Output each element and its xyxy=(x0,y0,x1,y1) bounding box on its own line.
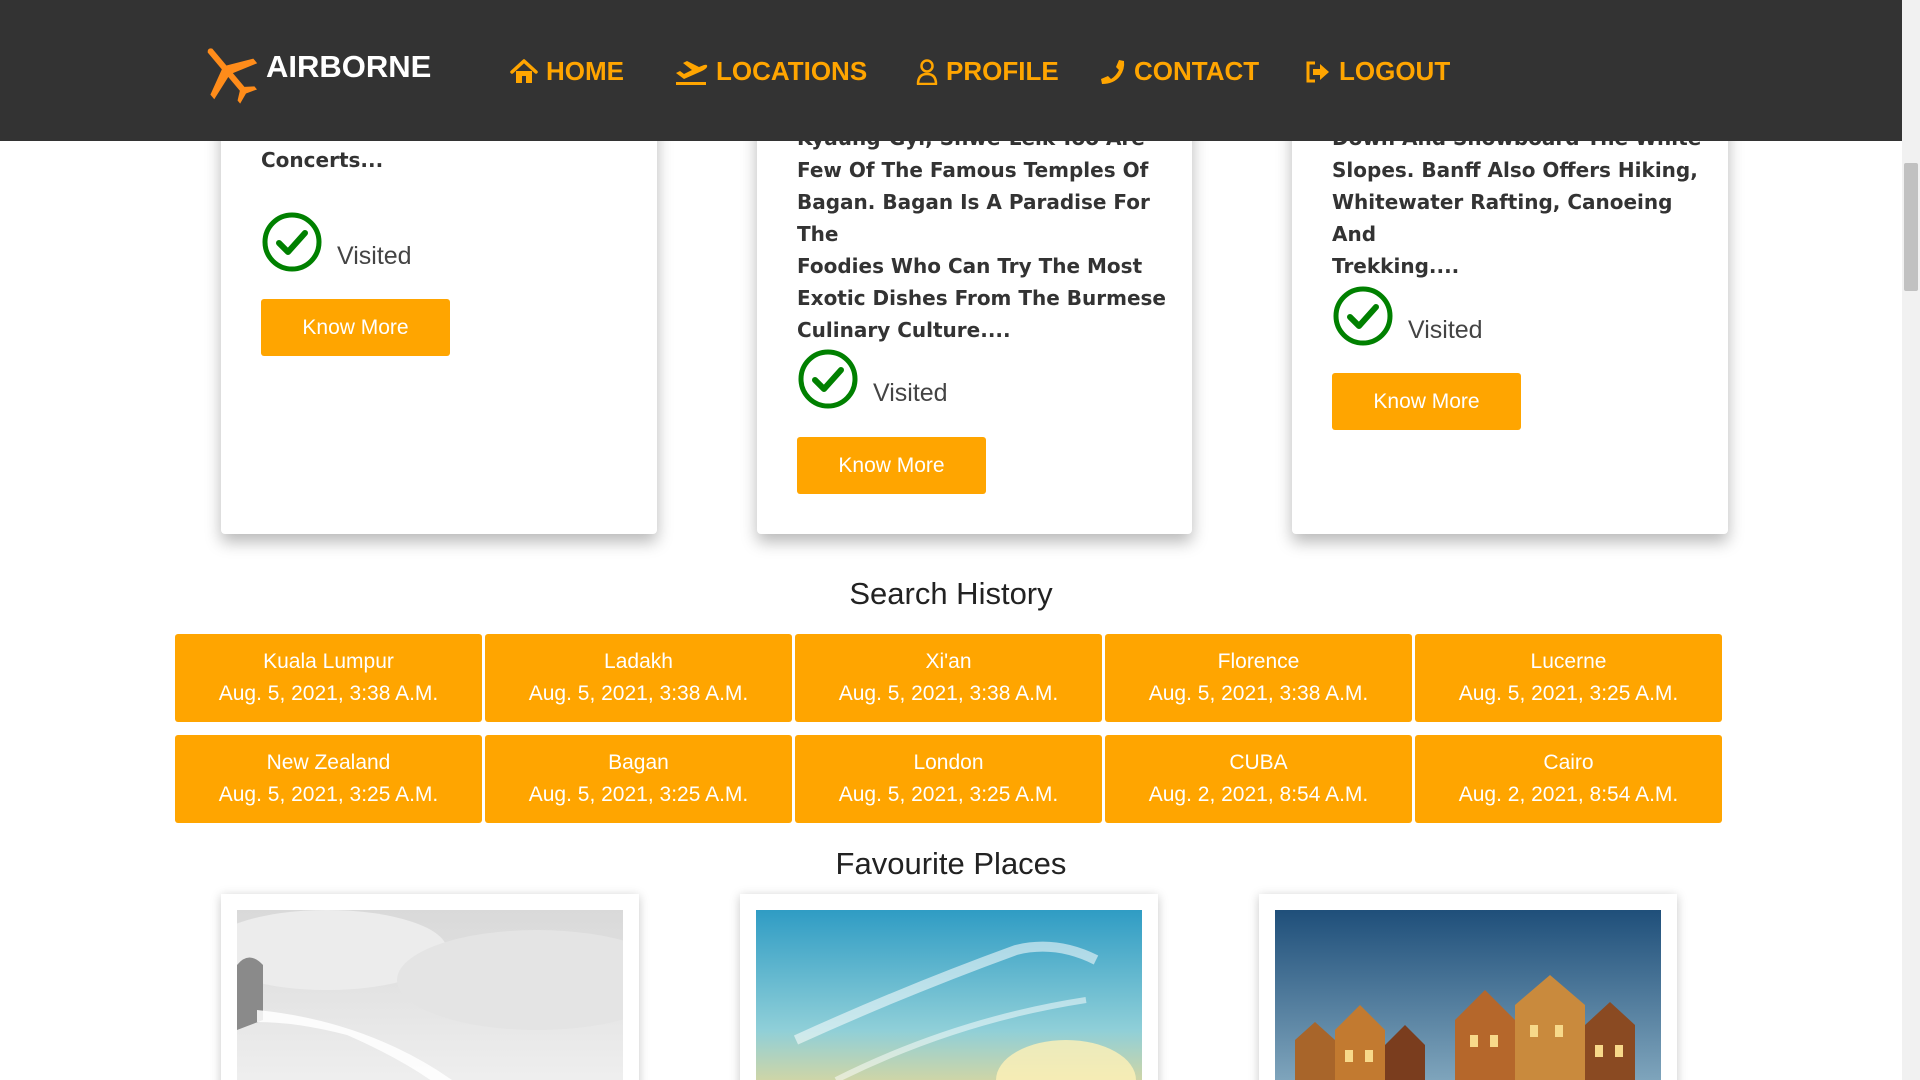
history-item[interactable]: London Aug. 5, 2021, 3:25 A.M. xyxy=(795,735,1102,823)
visited-label: Visited xyxy=(1408,316,1483,344)
page: Concerts... Visited Know More Kyaung-Gyi… xyxy=(0,0,1902,1080)
favourite-place-image xyxy=(1275,910,1661,1080)
favourite-place-card-3[interactable] xyxy=(1259,894,1677,1080)
nav-home[interactable]: HOME xyxy=(510,56,624,87)
know-more-button[interactable]: Know More xyxy=(261,299,450,356)
card-text-line: Bagan. Bagan Is A Paradise For The xyxy=(797,190,1150,246)
card-description: Down And Snowboard The White Slopes. Ban… xyxy=(1332,122,1712,282)
history-time: Aug. 2, 2021, 8:54 A.M. xyxy=(1458,783,1679,806)
home-icon xyxy=(510,58,546,85)
scrollbar-thumb[interactable] xyxy=(1904,163,1918,291)
nav-label: LOCATIONS xyxy=(716,56,868,86)
nav-label: LOGOUT xyxy=(1339,56,1451,86)
card-text-line: Trekking.... xyxy=(1332,254,1460,278)
history-time: Aug. 5, 2021, 3:38 A.M. xyxy=(1148,682,1369,705)
airplane-logo-icon xyxy=(196,40,260,108)
history-time: Aug. 5, 2021, 3:38 A.M. xyxy=(528,682,749,705)
brand-name: AIRBORNE xyxy=(266,49,432,84)
history-place: London xyxy=(913,751,984,774)
card-text-line: Foodies Who Can Try The Most xyxy=(797,254,1143,278)
history-item[interactable]: Lucerne Aug. 5, 2021, 3:25 A.M. xyxy=(1415,634,1722,722)
history-place: CUBA xyxy=(1229,751,1288,774)
history-time: Aug. 5, 2021, 3:25 A.M. xyxy=(838,783,1059,806)
favourite-place-image xyxy=(756,910,1142,1080)
card-text-line: Concerts... xyxy=(261,148,384,172)
nav-contact[interactable]: CONTACT xyxy=(1100,56,1259,87)
phone-icon xyxy=(1100,59,1134,85)
nav-label: HOME xyxy=(546,56,624,86)
nav-locations[interactable]: LOCATIONS xyxy=(674,56,867,87)
card-text-line: Slopes. Banff Also Offers Hiking, xyxy=(1332,158,1698,182)
visited-label: Visited xyxy=(873,379,948,407)
card-text-line: Culinary Culture.... xyxy=(797,318,1011,342)
history-place: New Zealand xyxy=(266,751,391,774)
search-history-title: Search History xyxy=(849,576,1053,611)
favourite-places-title: Favourite Places xyxy=(835,846,1067,881)
history-place: Xi'an xyxy=(925,650,972,673)
card-description: Kyaung-Gyi, Shwe-Leik-Too Are Few Of The… xyxy=(797,122,1177,346)
check-circle-icon xyxy=(261,211,323,273)
history-time: Aug. 5, 2021, 3:25 A.M. xyxy=(1458,682,1679,705)
check-circle-icon xyxy=(1332,285,1394,347)
history-item[interactable]: Bagan Aug. 5, 2021, 3:25 A.M. xyxy=(485,735,792,823)
search-history-grid: Kuala Lumpur Aug. 5, 2021, 3:38 A.M. Lad… xyxy=(175,634,1725,823)
card-text-line: Exotic Dishes From The Burmese xyxy=(797,286,1166,310)
visited-status: Visited xyxy=(1332,285,1483,347)
card-description: Concerts... xyxy=(261,144,641,176)
history-time: Aug. 5, 2021, 3:38 A.M. xyxy=(838,682,1059,705)
favourite-place-card-2[interactable] xyxy=(740,894,1158,1080)
nav-profile[interactable]: PROFILE xyxy=(916,56,1059,87)
visited-label: Visited xyxy=(337,242,412,270)
history-item[interactable]: Kuala Lumpur Aug. 5, 2021, 3:38 A.M. xyxy=(175,634,482,722)
history-item[interactable]: Xi'an Aug. 5, 2021, 3:38 A.M. xyxy=(795,634,1102,722)
history-item[interactable]: Ladakh Aug. 5, 2021, 3:38 A.M. xyxy=(485,634,792,722)
history-place: Lucerne xyxy=(1530,650,1607,673)
know-more-button[interactable]: Know More xyxy=(1332,373,1521,430)
history-item[interactable]: CUBA Aug. 2, 2021, 8:54 A.M. xyxy=(1105,735,1412,823)
history-time: Aug. 5, 2021, 3:38 A.M. xyxy=(218,682,439,705)
history-item[interactable]: New Zealand Aug. 5, 2021, 3:25 A.M. xyxy=(175,735,482,823)
plane-departure-icon xyxy=(674,59,716,85)
history-item[interactable]: Cairo Aug. 2, 2021, 8:54 A.M. xyxy=(1415,735,1722,823)
nav-label: PROFILE xyxy=(946,56,1059,86)
history-time: Aug. 5, 2021, 3:25 A.M. xyxy=(218,783,439,806)
visited-status: Visited xyxy=(261,211,412,273)
brand-logo-link[interactable]: AIRBORNE xyxy=(196,40,431,108)
history-item[interactable]: Florence Aug. 5, 2021, 3:38 A.M. xyxy=(1105,634,1412,722)
history-place: Cairo xyxy=(1543,751,1594,774)
user-icon xyxy=(916,58,946,85)
vertical-scrollbar[interactable] xyxy=(1902,0,1920,1080)
card-text-line: Few Of The Famous Temples Of xyxy=(797,158,1149,182)
history-place: Kuala Lumpur xyxy=(263,650,394,673)
visited-status: Visited xyxy=(797,348,948,410)
check-circle-icon xyxy=(797,348,859,410)
history-place: Bagan xyxy=(608,751,669,774)
know-more-button[interactable]: Know More xyxy=(797,437,986,494)
history-place: Ladakh xyxy=(604,650,673,673)
favourite-place-image xyxy=(237,910,623,1080)
sign-out-icon xyxy=(1305,60,1339,84)
history-time: Aug. 2, 2021, 8:54 A.M. xyxy=(1148,783,1369,806)
navbar: AIRBORNE HOME LOCATIONS PROFILE CONTACT … xyxy=(0,0,1902,141)
nav-label: CONTACT xyxy=(1134,56,1260,86)
nav-logout[interactable]: LOGOUT xyxy=(1305,56,1450,87)
card-text-line: Whitewater Rafting, Canoeing And xyxy=(1332,190,1673,246)
history-place: Florence xyxy=(1217,650,1300,673)
favourite-place-card-1[interactable] xyxy=(221,894,639,1080)
history-time: Aug. 5, 2021, 3:25 A.M. xyxy=(528,783,749,806)
